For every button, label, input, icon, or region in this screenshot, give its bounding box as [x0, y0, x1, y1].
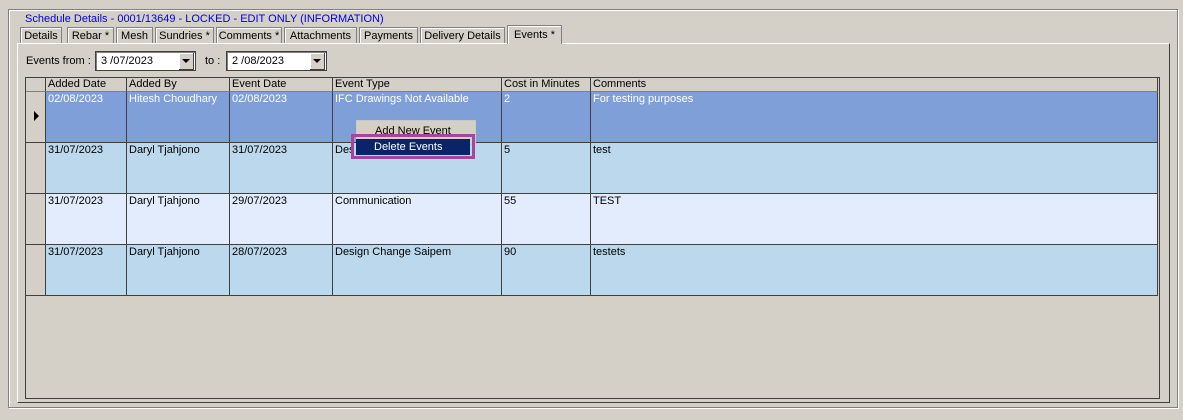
window-title: Schedule Details - 0001/13649 - LOCKED -…	[23, 12, 386, 26]
events-grid[interactable]: Added Date Added By Event Date Event Typ…	[25, 77, 1160, 399]
table-row[interactable]: 31/07/2023 Daryl Tjahjono 28/07/2023 Des…	[26, 245, 1159, 296]
cell-added-date[interactable]: 31/07/2023	[46, 245, 127, 296]
current-row-arrow-icon	[34, 111, 39, 121]
tab-events[interactable]: Events *	[507, 25, 562, 44]
tab-comments[interactable]: Comments *	[216, 27, 282, 44]
row-selector-header	[26, 78, 46, 92]
cell-event-date[interactable]: 02/08/2023	[230, 92, 333, 143]
cell-event-date[interactable]: 31/07/2023	[230, 143, 333, 194]
tab-rebar[interactable]: Rebar *	[67, 27, 114, 44]
row-selector[interactable]	[26, 92, 46, 143]
chevron-down-icon[interactable]	[179, 53, 194, 70]
cell-added-date[interactable]: 31/07/2023	[46, 143, 127, 194]
tab-delivery-details[interactable]: Delivery Details	[420, 27, 505, 44]
cell-cost[interactable]: 5	[502, 143, 591, 194]
column-header-added-date[interactable]: Added Date	[46, 78, 127, 92]
chevron-down-icon[interactable]	[310, 53, 325, 70]
cell-cost[interactable]: 55	[502, 194, 591, 245]
cell-added-by[interactable]: Daryl Tjahjono	[127, 143, 230, 194]
cell-comments[interactable]: test	[591, 143, 1158, 194]
row-selector[interactable]	[26, 143, 46, 194]
cell-event-date[interactable]: 28/07/2023	[230, 245, 333, 296]
cell-cost[interactable]: 90	[502, 245, 591, 296]
cell-event-type[interactable]: Design Change Saipem	[333, 245, 502, 296]
table-row[interactable]: 31/07/2023 Daryl Tjahjono 31/07/2023 Des…	[26, 143, 1159, 194]
cell-added-date[interactable]: 02/08/2023	[46, 92, 127, 143]
events-from-date[interactable]: 3 /07/2023	[95, 51, 196, 71]
column-header-event-date[interactable]: Event Date	[230, 78, 333, 92]
table-row[interactable]: 02/08/2023 Hitesh Choudhary 02/08/2023 I…	[26, 92, 1159, 143]
grid-header: Added Date Added By Event Date Event Typ…	[26, 78, 1159, 92]
events-to-value: 2 /08/2023	[232, 55, 284, 67]
cell-comments[interactable]: testets	[591, 245, 1158, 296]
tab-attachments[interactable]: Attachments	[284, 27, 357, 44]
cell-comments[interactable]: TEST	[591, 194, 1158, 245]
cell-added-date[interactable]: 31/07/2023	[46, 194, 127, 245]
events-from-value: 3 /07/2023	[101, 55, 153, 67]
column-header-cost-in-minutes[interactable]: Cost in Minutes	[502, 78, 591, 92]
row-selector[interactable]	[26, 194, 46, 245]
column-header-event-type[interactable]: Event Type	[333, 78, 502, 92]
cell-added-by[interactable]: Hitesh Choudhary	[127, 92, 230, 143]
events-from-label: Events from :	[26, 55, 91, 67]
tab-payments[interactable]: Payments	[359, 27, 418, 44]
column-header-comments[interactable]: Comments	[591, 78, 1158, 92]
cell-added-by[interactable]: Daryl Tjahjono	[127, 245, 230, 296]
cell-cost[interactable]: 2	[502, 92, 591, 143]
events-to-label: to :	[205, 55, 221, 67]
tab-sundries[interactable]: Sundries *	[155, 27, 214, 44]
highlight-box	[351, 134, 475, 159]
cell-comments[interactable]: For testing purposes	[591, 92, 1158, 143]
row-selector[interactable]	[26, 245, 46, 296]
tab-details[interactable]: Details	[20, 27, 62, 44]
table-row[interactable]: 31/07/2023 Daryl Tjahjono 29/07/2023 Com…	[26, 194, 1159, 245]
cell-event-date[interactable]: 29/07/2023	[230, 194, 333, 245]
cell-added-by[interactable]: Daryl Tjahjono	[127, 194, 230, 245]
events-to-date[interactable]: 2 /08/2023	[226, 51, 327, 71]
tab-mesh[interactable]: Mesh	[116, 27, 153, 44]
cell-event-type[interactable]: Communication	[333, 194, 502, 245]
column-header-added-by[interactable]: Added By	[127, 78, 230, 92]
